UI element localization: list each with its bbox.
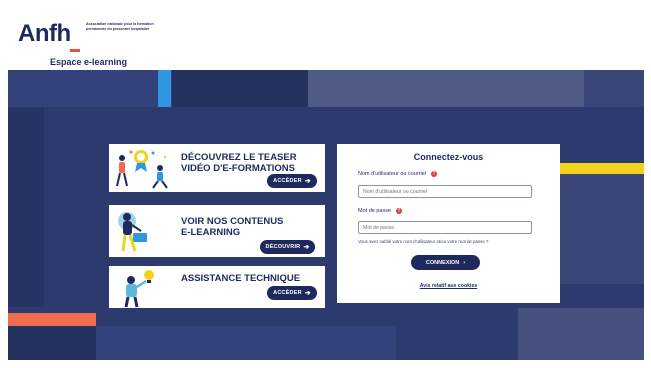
bg-block-right bbox=[584, 70, 644, 107]
arrow-right-icon: ➔ bbox=[303, 244, 310, 251]
bg-block-top-right bbox=[308, 70, 584, 107]
card-title: DÉCOUVREZ LE TEASER VIDÉO D'E-FORMATIONS bbox=[181, 152, 297, 174]
forgot-credentials-link[interactable]: Vous avez oublié votre nom d'utilisateur… bbox=[358, 239, 488, 244]
arrow-right-icon: ➔ bbox=[304, 178, 311, 185]
bg-block-top-left bbox=[8, 70, 172, 107]
username-input[interactable] bbox=[358, 185, 532, 198]
username-label-text: Nom d'utilisateur ou courriel bbox=[358, 171, 426, 177]
person-with-laptop-illustration bbox=[118, 212, 147, 252]
bg-block-bottom-right bbox=[518, 308, 644, 360]
bg-block-accent-blue bbox=[158, 70, 171, 107]
required-icon: ! bbox=[396, 208, 403, 214]
card-title: VOIR NOS CONTENUS E-LEARNING bbox=[181, 216, 284, 238]
arrow-right-icon: ➔ bbox=[304, 290, 311, 297]
password-label: Mot de passe ! bbox=[358, 208, 403, 214]
bg-block-yellow bbox=[560, 163, 644, 174]
bg-block-bottom-center bbox=[96, 326, 396, 360]
bg-block-right-lower bbox=[560, 174, 644, 284]
page-frame: Anfh Association nationale pour la forma… bbox=[8, 8, 644, 360]
chevron-right-icon: › bbox=[463, 259, 466, 266]
logo-tagline: Association nationale pour la formation … bbox=[86, 22, 154, 31]
cookies-notice-link[interactable]: Avis relatif aux cookies bbox=[337, 283, 560, 289]
button-label: DÉCOUVRIR bbox=[265, 244, 301, 250]
header-bar: Anfh Association nationale pour la forma… bbox=[8, 8, 644, 70]
connexion-label: CONNEXION bbox=[425, 259, 460, 266]
decouvrir-button[interactable]: DÉCOUVRIR ➔ bbox=[260, 240, 315, 254]
login-title: Connectez-vous bbox=[413, 152, 484, 162]
button-label: ACCÉDER bbox=[273, 178, 302, 184]
acceder-button[interactable]: ACCÉDER ➔ bbox=[267, 286, 317, 300]
teaser-video-card[interactable]: DÉCOUVREZ LE TEASER VIDÉO D'E-FORMATIONS… bbox=[109, 144, 325, 192]
technical-support-card[interactable]: ASSISTANCE TECHNIQUE ACCÉDER ➔ bbox=[109, 266, 325, 308]
logo-accent bbox=[70, 49, 80, 52]
button-label: ACCÉDER bbox=[273, 290, 302, 296]
logo-wordmark: Anfh bbox=[18, 20, 71, 47]
bg-block-bottom-left bbox=[8, 326, 96, 360]
site-subtitle: Espace e-learning bbox=[50, 57, 128, 67]
password-input[interactable] bbox=[358, 221, 532, 234]
person-with-lightbulb-illustration bbox=[124, 270, 154, 308]
card-title: ASSISTANCE TECHNIQUE bbox=[181, 273, 301, 284]
bg-block-mid-left bbox=[8, 107, 44, 307]
anfh-logo[interactable]: Anfh Association nationale pour la forma… bbox=[16, 16, 168, 68]
connexion-button[interactable]: CONNEXION › bbox=[411, 255, 480, 270]
required-icon: ! bbox=[431, 171, 437, 177]
bg-block-orange bbox=[8, 313, 96, 326]
username-label: Nom d'utilisateur ou courriel ! bbox=[358, 171, 437, 177]
password-label-text: Mot de passe bbox=[358, 208, 392, 214]
login-panel: Connectez-vous Nom d'utilisateur ou cour… bbox=[337, 144, 560, 303]
bg-block-top-center bbox=[172, 70, 308, 107]
elearning-content-card[interactable]: VOIR NOS CONTENUS E-LEARNING DÉCOUVRIR ➔ bbox=[109, 205, 325, 257]
acceder-button[interactable]: ACCÉDER ➔ bbox=[267, 174, 317, 188]
people-and-award-illustration bbox=[116, 150, 168, 189]
